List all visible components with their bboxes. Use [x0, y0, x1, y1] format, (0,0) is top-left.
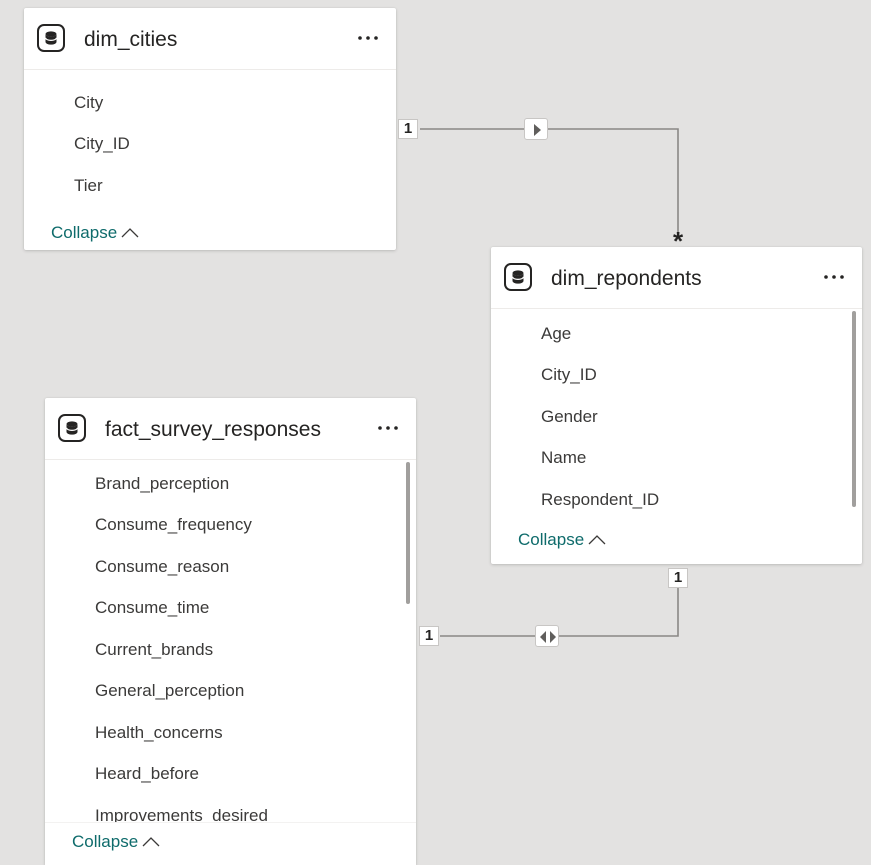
field-item[interactable]: Health_concerns [95, 722, 223, 744]
table-title: dim_cities [84, 28, 178, 51]
database-icon [58, 414, 86, 442]
single-direction-filter-icon[interactable] [524, 118, 548, 140]
card-footer: Collapse [45, 822, 416, 865]
both-directions-filter-icon[interactable] [535, 625, 559, 647]
table-card-fact-survey-responses[interactable]: fact_survey_responses Brand_perception C… [45, 398, 416, 865]
scrollbar-thumb[interactable] [406, 462, 410, 604]
cardinality-one-badge: 1 [668, 568, 688, 588]
table-card-header[interactable]: dim_cities [24, 8, 396, 70]
collapse-label: Collapse [518, 530, 585, 549]
field-item[interactable]: Consume_reason [95, 556, 229, 578]
table-card-header[interactable]: fact_survey_responses [45, 398, 416, 460]
field-list[interactable]: Age City_ID Gender Name Respondent_ID Co… [491, 309, 862, 564]
more-options-icon[interactable] [374, 414, 402, 442]
field-item[interactable]: Tier [74, 175, 103, 197]
field-item[interactable]: Brand_perception [95, 473, 229, 495]
database-icon [504, 263, 532, 291]
field-item[interactable]: Consume_time [95, 597, 209, 619]
more-options-icon[interactable] [354, 24, 382, 52]
collapse-button[interactable]: Collapse [518, 529, 606, 552]
table-title: dim_repondents [551, 267, 702, 290]
field-list[interactable]: City City_ID Tier Collapse [24, 70, 396, 250]
scrollbar-thumb[interactable] [852, 311, 856, 507]
field-item[interactable]: Age [541, 323, 571, 345]
field-item[interactable]: Respondent_ID [541, 489, 659, 511]
table-card-dim-cities[interactable]: dim_cities City City_ID Tier Collapse [24, 8, 396, 250]
chevron-up-icon [142, 832, 160, 854]
chevron-up-icon [121, 223, 139, 245]
field-item[interactable]: General_perception [95, 680, 244, 702]
collapse-button[interactable]: Collapse [72, 831, 160, 854]
field-item[interactable]: City [74, 92, 103, 114]
field-list[interactable]: Brand_perception Consume_frequency Consu… [45, 460, 416, 865]
relationship-line-cities-repondents[interactable] [420, 128, 679, 237]
collapse-button[interactable]: Collapse [51, 222, 139, 245]
collapse-label: Collapse [72, 832, 139, 851]
cardinality-one-badge: 1 [398, 119, 418, 139]
database-icon [37, 24, 65, 52]
table-card-header[interactable]: dim_repondents [491, 247, 862, 309]
field-item[interactable]: Consume_frequency [95, 514, 252, 536]
field-item[interactable]: Current_brands [95, 639, 213, 661]
more-options-icon[interactable] [820, 263, 848, 291]
field-item[interactable]: City_ID [541, 364, 597, 386]
chevron-up-icon [588, 530, 606, 552]
field-item[interactable]: Name [541, 447, 586, 469]
field-item[interactable]: Gender [541, 406, 598, 428]
model-canvas[interactable]: dim_cities City City_ID Tier Collapse di… [0, 0, 871, 865]
table-title: fact_survey_responses [105, 418, 321, 441]
field-item[interactable]: City_ID [74, 133, 130, 155]
collapse-label: Collapse [51, 223, 118, 242]
table-card-dim-repondents[interactable]: dim_repondents Age City_ID Gender Name R… [491, 247, 862, 564]
cardinality-many-badge: * [672, 226, 684, 256]
field-item[interactable]: Heard_before [95, 763, 199, 785]
cardinality-one-badge: 1 [419, 626, 439, 646]
